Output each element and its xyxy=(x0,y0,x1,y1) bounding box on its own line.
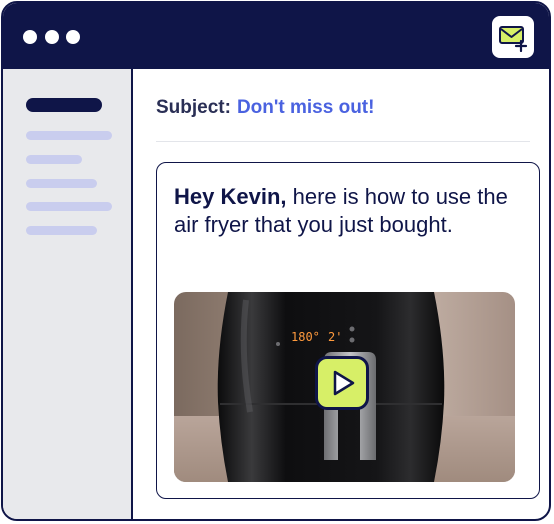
email-body-card: Hey Kevin, here is how to use the air fr… xyxy=(156,162,540,499)
email-client-window: Subject: Don't miss out! Hey Kevin, here … xyxy=(1,1,551,521)
sidebar-item[interactable] xyxy=(26,226,97,235)
subject-row: Subject: Don't miss out! xyxy=(156,97,374,119)
compose-email-button[interactable] xyxy=(490,14,536,60)
play-icon xyxy=(333,370,355,396)
subject-value[interactable]: Don't miss out! xyxy=(237,97,375,118)
sidebar-item[interactable] xyxy=(26,202,112,211)
window-dot-1[interactable] xyxy=(23,30,37,44)
sidebar-item[interactable] xyxy=(26,131,112,140)
mail-plus-icon xyxy=(499,26,528,52)
email-view: Subject: Don't miss out! Hey Kevin, here … xyxy=(133,69,549,519)
divider xyxy=(156,141,530,142)
email-body-text: Hey Kevin, here is how to use the air fr… xyxy=(174,183,524,239)
window-dot-2[interactable] xyxy=(45,30,59,44)
play-button[interactable] xyxy=(315,356,369,410)
sidebar-item[interactable] xyxy=(26,155,82,164)
window-dot-3[interactable] xyxy=(66,30,80,44)
title-bar xyxy=(3,3,549,69)
video-thumbnail[interactable]: 180° 2' xyxy=(174,292,515,482)
sidebar-item-active[interactable] xyxy=(26,98,102,112)
display-temperature: 180° xyxy=(291,330,320,344)
display-time: 2' xyxy=(328,330,342,344)
subject-label: Subject: xyxy=(156,97,231,118)
greeting-name: Hey Kevin, xyxy=(174,184,287,209)
sidebar xyxy=(3,69,133,519)
sidebar-item[interactable] xyxy=(26,179,97,188)
